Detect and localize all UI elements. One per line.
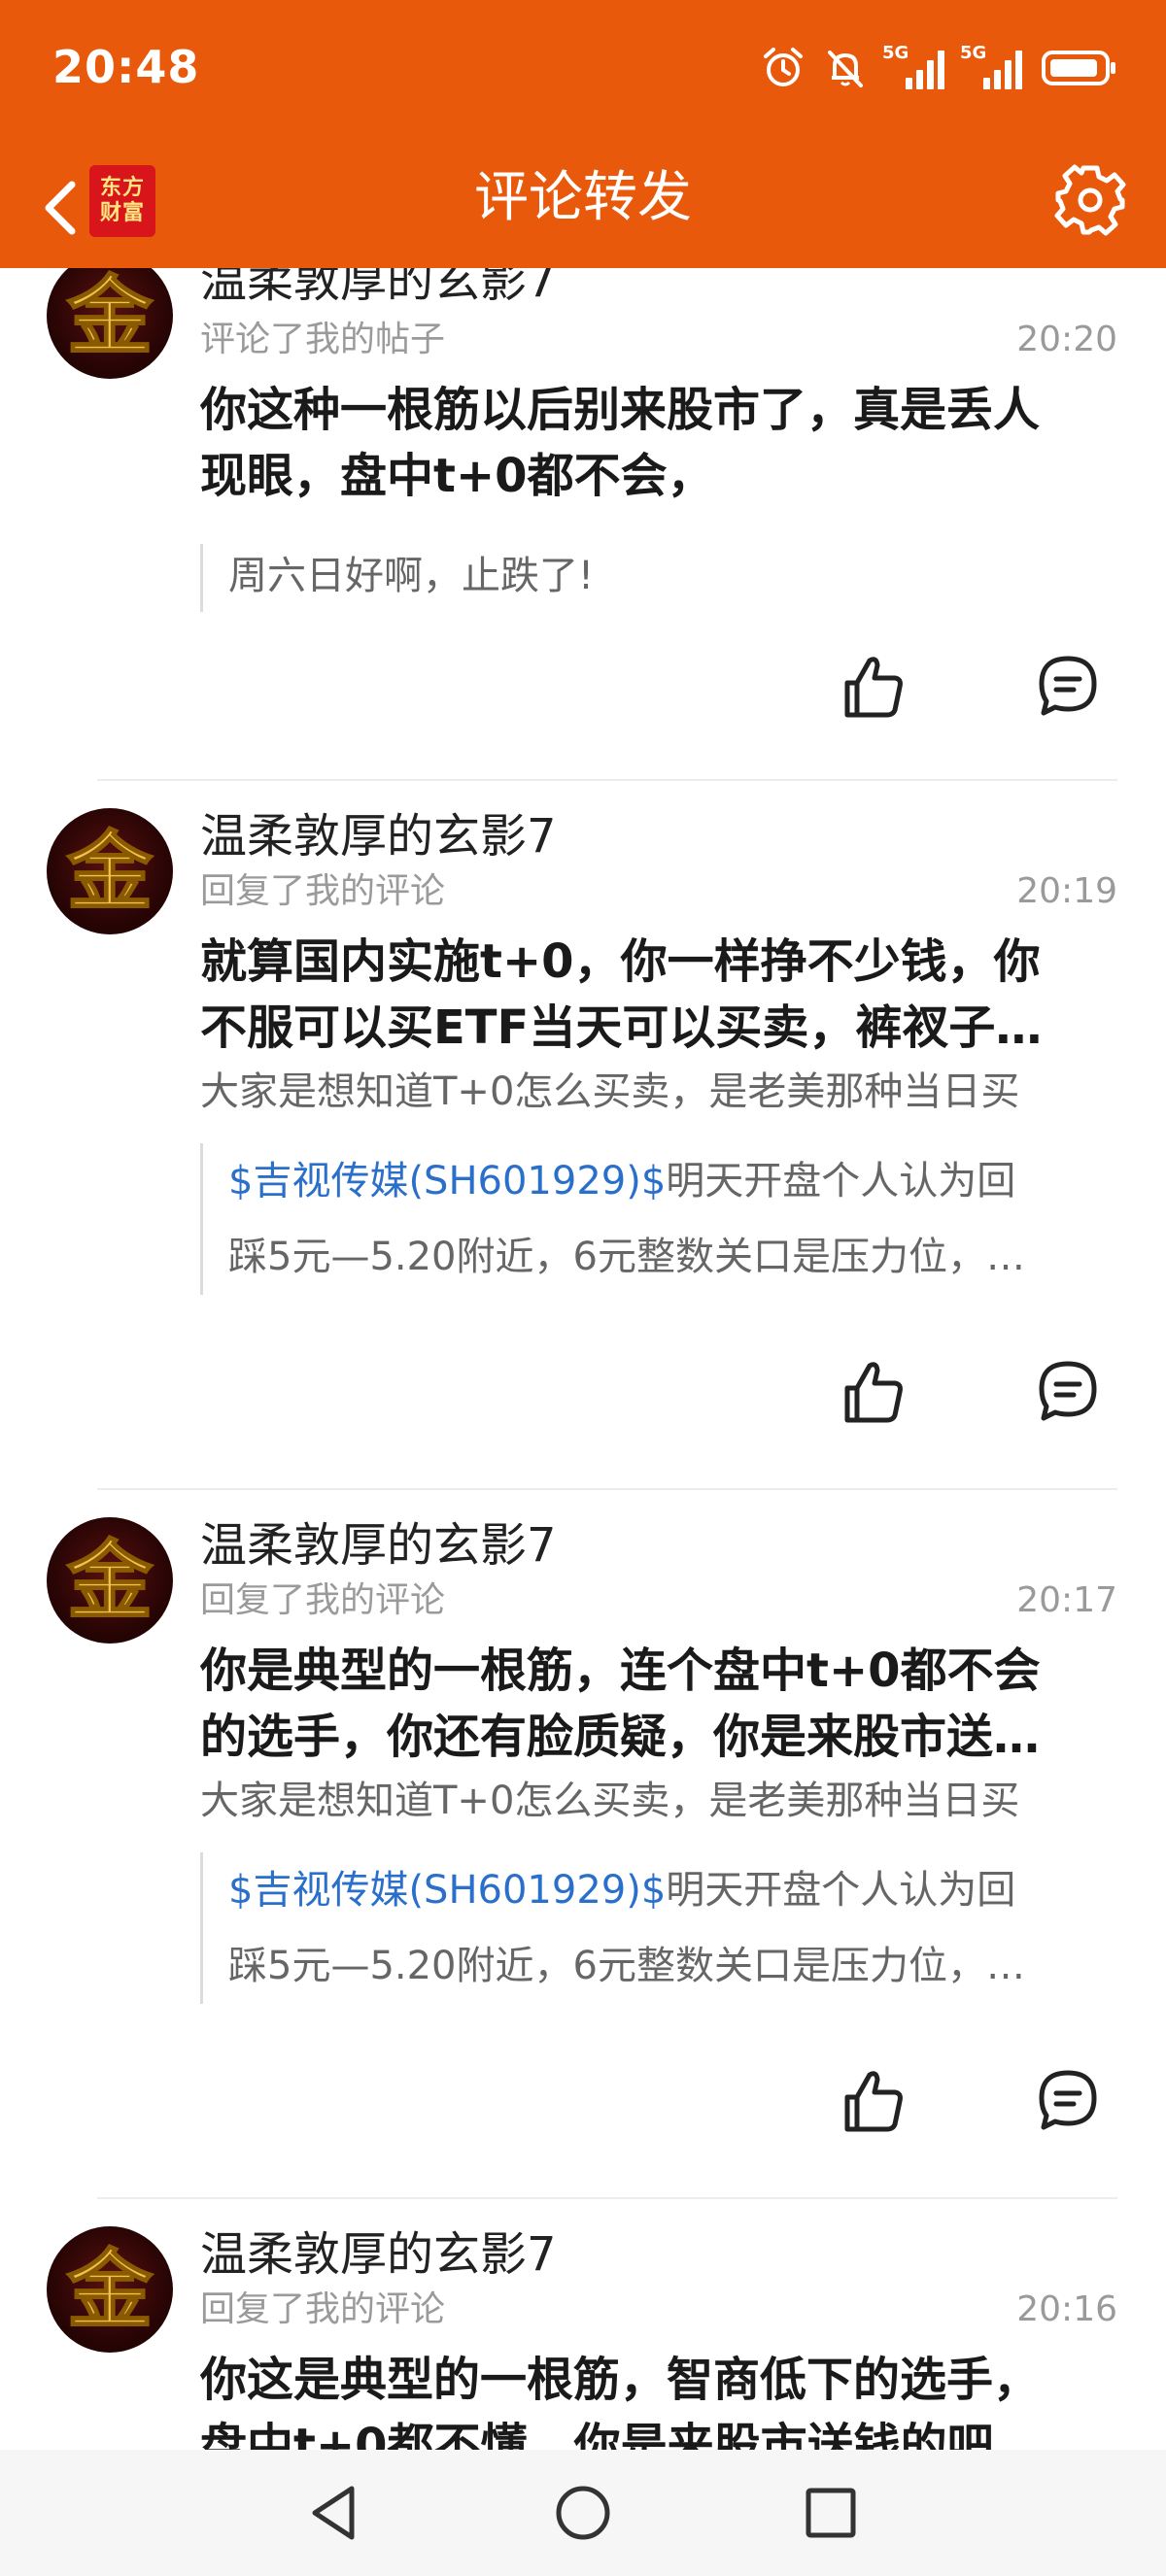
top-bar: 20:48 5G 5G 东方 财富 评论转发 — [0, 0, 1166, 268]
timestamp: 20:20 — [1016, 320, 1117, 359]
replied-comment[interactable]: 大家是想知道T+0怎么买卖，是老美那种当日买 — [200, 1774, 1119, 1828]
battery-icon — [1042, 51, 1115, 85]
stock-link[interactable]: $吉视传媒(SH601929)$ — [228, 1868, 666, 1913]
comment-icon[interactable] — [1032, 651, 1104, 723]
comment-icon[interactable] — [1032, 2065, 1104, 2137]
gear-icon[interactable] — [1049, 159, 1131, 241]
action-text: 回复了我的评论 — [200, 871, 446, 911]
avatar-glyph: 金 — [66, 268, 154, 366]
action-text: 评论了我的帖子 — [200, 320, 446, 359]
timestamp: 20:19 — [1016, 871, 1117, 911]
system-nav-bar — [0, 2450, 1166, 2576]
divider — [97, 779, 1117, 781]
action-text: 回复了我的评论 — [200, 2289, 446, 2329]
nav-home-icon[interactable] — [549, 2479, 617, 2547]
comment-body[interactable]: 你是典型的一根筋，连个盘中t+0都不会 的选手，你还有脸质疑，你是来股市送… — [200, 1638, 1119, 1770]
comment-body[interactable]: 就算国内实施t+0，你一样挣不少钱，你 不服可以买ETF当天可以买卖，裤衩子… — [200, 929, 1119, 1061]
thumbs-up-icon[interactable] — [838, 2065, 909, 2137]
comment-item[interactable]: 金 温柔敦厚的玄影7 评论了我的帖子 20:20 你这种一根筋以后别来股市了，真… — [0, 268, 1166, 781]
username[interactable]: 温柔敦厚的玄影7 — [200, 2224, 557, 2285]
username[interactable]: 温柔敦厚的玄影7 — [200, 1515, 557, 1576]
comment-item[interactable]: 金 温柔敦厚的玄影7 回复了我的评论 20:17 你是典型的一根筋，连个盘中t+… — [0, 1517, 1166, 2207]
stock-link[interactable]: $吉视传媒(SH601929)$ — [228, 1159, 666, 1203]
comment-icon[interactable] — [1032, 1356, 1104, 1428]
page-title: 评论转发 — [474, 166, 692, 229]
quoted-post[interactable]: $吉视传媒(SH601929)$明天开盘个人认为回 踩5元—5.20附近，6元整… — [200, 1143, 1119, 1295]
status-time: 20:48 — [52, 41, 200, 93]
divider — [97, 2197, 1117, 2199]
username[interactable]: 温柔敦厚的玄影7 — [200, 806, 557, 866]
comment-feed[interactable]: 金 温柔敦厚的玄影7 评论了我的帖子 20:20 你这种一根筋以后别来股市了，真… — [0, 268, 1166, 2450]
status-icons: 5G 5G — [762, 43, 1119, 89]
avatar-glyph: 金 — [66, 821, 154, 922]
avatar-glyph: 金 — [66, 2239, 154, 2340]
app-header: 东方 财富 评论转发 — [0, 146, 1166, 268]
avatar-glyph: 金 — [66, 1530, 154, 1631]
timestamp: 20:17 — [1016, 1580, 1117, 1620]
status-bar: 20:48 5G 5G — [0, 0, 1166, 146]
replied-comment[interactable]: 大家是想知道T+0怎么买卖，是老美那种当日买 — [200, 1065, 1119, 1119]
signal-5g-1-icon: 5G — [882, 43, 944, 89]
comment-body[interactable]: 你这是典型的一根筋，智商低下的选手， 盘中t+0都不懂，你是来股市送钱的吧 — [200, 2347, 1119, 2450]
comment-item[interactable]: 金 温柔敦厚的玄影7 回复了我的评论 20:16 你这是典型的一根筋，智商低下的… — [0, 2226, 1166, 2450]
action-text: 回复了我的评论 — [200, 1580, 446, 1620]
signal-5g-2-icon: 5G — [960, 43, 1022, 89]
avatar[interactable]: 金 — [47, 268, 173, 379]
comment-item[interactable]: 金 温柔敦厚的玄影7 回复了我的评论 20:19 就算国内实施t+0，你一样挣不… — [0, 808, 1166, 1498]
divider — [97, 1488, 1117, 1490]
quoted-post[interactable]: $吉视传媒(SH601929)$明天开盘个人认为回 踩5元—5.20附近，6元整… — [200, 1852, 1119, 2004]
alarm-icon — [764, 48, 803, 86]
thumbs-up-icon[interactable] — [838, 651, 909, 723]
timestamp: 20:16 — [1016, 2289, 1117, 2329]
nav-back-icon[interactable] — [301, 2479, 369, 2547]
username[interactable]: 温柔敦厚的玄影7 — [200, 268, 557, 311]
quoted-post[interactable]: 周六日好啊，止跌了! — [200, 544, 1119, 612]
thumbs-up-icon[interactable] — [838, 1356, 909, 1428]
avatar[interactable]: 金 — [47, 1517, 173, 1644]
avatar[interactable]: 金 — [47, 2226, 173, 2353]
avatar[interactable]: 金 — [47, 808, 173, 934]
nav-recents-icon[interactable] — [797, 2479, 865, 2547]
comment-body[interactable]: 你这种一根筋以后别来股市了，真是丢人 现眼，盘中t+0都不会， — [200, 377, 1119, 509]
mute-bell-icon — [828, 51, 863, 87]
